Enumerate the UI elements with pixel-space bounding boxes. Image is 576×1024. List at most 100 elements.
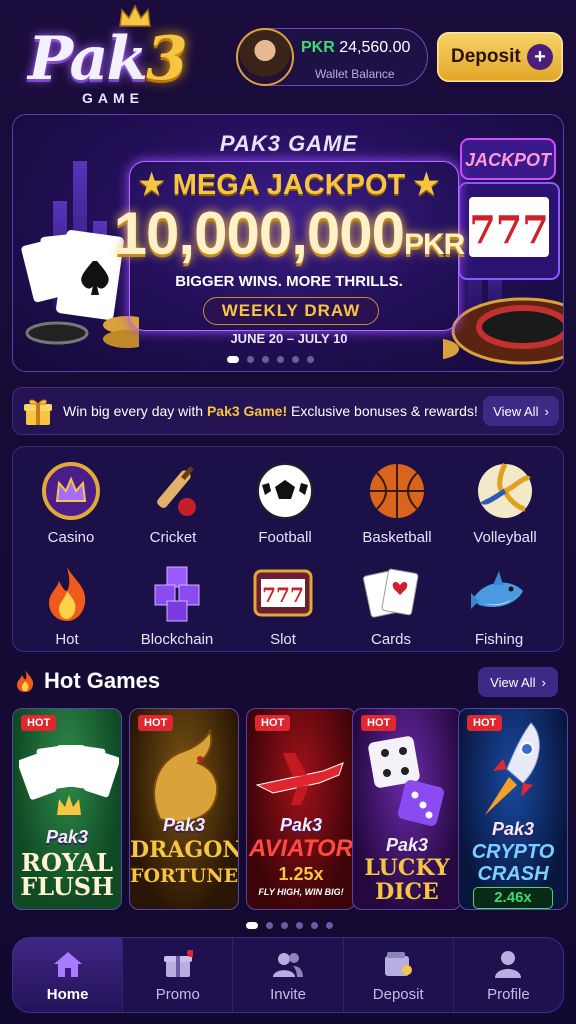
- nav-label: Profile: [487, 986, 530, 1003]
- game-brand: Pak3: [385, 835, 429, 855]
- hot-games-view-all-button[interactable]: View All ›: [478, 667, 558, 697]
- logo-number: 3: [145, 24, 188, 94]
- game-name: FLUSH: [20, 872, 114, 901]
- category-label: Slot: [270, 631, 296, 648]
- carousel-dot[interactable]: [281, 922, 288, 929]
- category-cards[interactable]: Cards: [341, 563, 441, 648]
- category-blockchain[interactable]: Blockchain: [127, 563, 227, 648]
- category-label: Hot: [55, 631, 79, 648]
- category-label: Basketball: [362, 529, 432, 546]
- wallet-balance[interactable]: PKR 24,560.00 Wallet Balance: [236, 28, 428, 86]
- game-card-dragon-fortunes[interactable]: HOT Pak3 DRAGON FORTUNES: [129, 708, 239, 910]
- carousel-dot[interactable]: [292, 356, 299, 363]
- nav-profile[interactable]: Profile: [454, 938, 563, 1012]
- category-fishing[interactable]: Fishing: [449, 563, 549, 648]
- category-casino[interactable]: Casino: [21, 461, 121, 546]
- promo-bar[interactable]: Win big every day with Pak3 Game! Exclus…: [12, 387, 564, 435]
- nav-deposit[interactable]: Deposit: [344, 938, 454, 1012]
- wallet-label: Wallet Balance: [315, 67, 395, 81]
- carousel-dot[interactable]: [296, 922, 303, 929]
- game-name: AVIATOR: [248, 835, 353, 862]
- nav-label: Promo: [155, 986, 200, 1003]
- hot-badge: HOT: [21, 715, 57, 731]
- banner-headline: ★ MEGA JACKPOT ★: [138, 169, 440, 201]
- dice-illustration: [368, 736, 444, 826]
- wallet-icon: [385, 952, 413, 976]
- view-all-label: View All: [493, 403, 539, 419]
- carousel-dot[interactable]: [246, 922, 258, 929]
- banner-brand: PAK3 GAME: [219, 131, 359, 156]
- hot-badge: HOT: [361, 715, 397, 731]
- game-name: CRASH: [477, 863, 549, 885]
- carousel-dot[interactable]: [247, 356, 254, 363]
- category-volleyball[interactable]: Volleyball: [455, 461, 555, 546]
- nav-promo[interactable]: Promo: [123, 938, 234, 1012]
- football-icon: [257, 463, 313, 519]
- weekly-draw-button[interactable]: WEEKLY DRAW: [203, 297, 379, 325]
- cubes-icon: [154, 566, 200, 622]
- game-name: ROYAL: [21, 848, 113, 877]
- gift-icon: [24, 399, 52, 425]
- chevron-right-icon: ›: [544, 403, 549, 419]
- promo-text: Win big every day with: [63, 403, 204, 419]
- game-name: DICE: [375, 879, 439, 905]
- category-label: Cards: [370, 631, 411, 648]
- jackpot-amount: 10,000,000: [113, 200, 405, 267]
- carousel-indicators[interactable]: [227, 356, 314, 363]
- chevron-right-icon: ›: [541, 674, 546, 690]
- carousel-dot[interactable]: [277, 356, 284, 363]
- carousel-dot[interactable]: [262, 356, 269, 363]
- banner-tagline: BIGGER WINS. MORE THRILLS.: [175, 273, 403, 290]
- bottom-nav: Home Promo Invite Deposit Profile: [12, 937, 564, 1013]
- category-label: Casino: [47, 529, 95, 546]
- basketball-icon: [370, 464, 424, 518]
- category-hot[interactable]: Hot: [17, 563, 117, 648]
- category-football[interactable]: Football: [235, 461, 335, 546]
- category-cricket[interactable]: Cricket: [123, 461, 223, 546]
- hot-badge: HOT: [255, 715, 291, 731]
- game-name: LUCKY: [364, 855, 450, 881]
- nav-invite[interactable]: Invite: [233, 938, 344, 1012]
- playing-cards-icon: [363, 568, 419, 618]
- nav-label: Home: [46, 986, 89, 1003]
- carousel-indicators[interactable]: [246, 922, 333, 929]
- game-brand: Pak3: [162, 815, 206, 835]
- game-name: FORTUNES: [130, 865, 239, 887]
- category-label: Volleyball: [473, 529, 537, 546]
- rocket-illustration: [485, 722, 540, 815]
- jackpot-banner[interactable]: JACKPOT 777 PAK3 GAME ★ MEGA JACKPOT ★ 1…: [12, 114, 564, 372]
- carousel-dot[interactable]: [311, 922, 318, 929]
- game-card-aviator[interactable]: HOT Pak3 AVIATOR 1.25x FLY HIGH, WIN BIG…: [246, 708, 356, 910]
- game-card-crypto-crash[interactable]: HOT Pak3 CRYPTO CRASH 2.46x: [458, 708, 568, 910]
- nav-home[interactable]: Home: [13, 938, 124, 1012]
- banner-dates: JUNE 20 – JULY 10: [230, 331, 348, 346]
- deposit-button[interactable]: Deposit +: [437, 32, 563, 82]
- avatar[interactable]: [236, 28, 294, 86]
- carousel-dot[interactable]: [326, 922, 333, 929]
- promo-view-all-button[interactable]: View All ›: [483, 396, 559, 426]
- game-brand: Pak3: [491, 819, 535, 839]
- promo-highlight: Pak3 Game!: [206, 403, 288, 419]
- home-icon: [53, 952, 82, 977]
- flame-icon: [49, 567, 86, 621]
- notification-dot: [186, 949, 195, 957]
- hot-games-title: Hot Games: [14, 668, 160, 694]
- category-label: Cricket: [149, 529, 197, 546]
- category-basketball[interactable]: Basketball: [347, 461, 447, 546]
- wallet-currency: PKR: [301, 39, 335, 56]
- carousel-dot[interactable]: [227, 356, 239, 363]
- game-card-lucky-dice[interactable]: HOT Pak3 LUCKY DICE: [352, 708, 462, 910]
- game-multiplier: 2.46x: [473, 887, 553, 909]
- carousel-dot[interactable]: [266, 922, 273, 929]
- category-label: Football: [258, 529, 312, 546]
- carousel-dot[interactable]: [307, 356, 314, 363]
- category-label: Fishing: [474, 631, 524, 648]
- game-card-royal-flush[interactable]: HOT Pak3 ROYAL FLUSH: [12, 708, 122, 910]
- app-logo[interactable]: Pak3 GAME: [22, 4, 222, 108]
- game-multiplier: 1.25x: [278, 864, 324, 884]
- shark-icon: [471, 571, 523, 609]
- airplane-illustration: [255, 753, 344, 805]
- view-all-label: View All: [490, 674, 536, 690]
- category-slot[interactable]: 777 Slot: [233, 563, 333, 648]
- category-label: Blockchain: [140, 631, 214, 648]
